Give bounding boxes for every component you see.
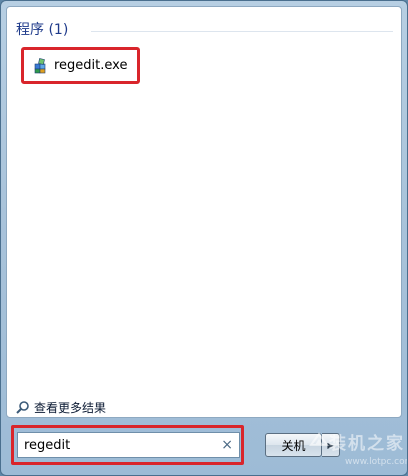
- see-more-results-link[interactable]: 查看更多结果: [15, 399, 106, 416]
- start-menu: 程序 (1) regedit.exe 查看更多结果 regedit × 关机 ▶…: [0, 0, 408, 476]
- search-icon: [15, 400, 30, 415]
- see-more-label: 查看更多结果: [34, 401, 107, 415]
- search-box[interactable]: ×: [17, 432, 240, 458]
- regedit-icon: [33, 57, 49, 74]
- shutdown-button[interactable]: 关机: [265, 433, 322, 457]
- watermark-title: 装机之家: [329, 434, 405, 454]
- result-label: regedit.exe: [54, 58, 128, 73]
- search-input[interactable]: [24, 437, 214, 453]
- shutdown-options-arrow-icon[interactable]: ▶: [322, 433, 340, 457]
- clear-icon[interactable]: ×: [221, 437, 233, 453]
- search-results-pane: 程序 (1) regedit.exe: [6, 6, 402, 418]
- programs-group-header: 程序 (1): [16, 22, 69, 38]
- group-divider: [91, 31, 393, 32]
- result-item-regedit[interactable]: regedit.exe: [21, 47, 140, 84]
- watermark-url: www.lotpc.com: [345, 457, 408, 467]
